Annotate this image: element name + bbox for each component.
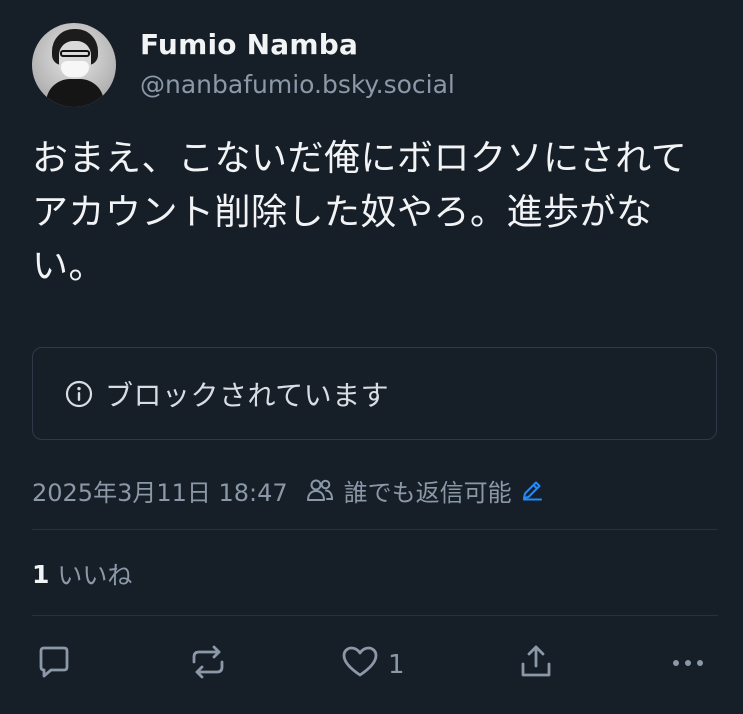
comment-icon [34, 642, 74, 689]
repost-icon [188, 642, 228, 689]
likes-count: 1 [32, 559, 50, 589]
people-icon [306, 477, 334, 503]
likes-label: いいね [57, 561, 133, 590]
share-icon [516, 642, 556, 689]
author-display-name[interactable]: Fumio Namba [140, 28, 455, 62]
share-button[interactable] [516, 642, 556, 688]
like-button[interactable]: 1 [340, 642, 405, 688]
post-header: Fumio Namba @nanbafumio.bsky.social [32, 22, 455, 108]
more-options-button[interactable] [668, 642, 708, 688]
post-action-bar: 1 [0, 642, 743, 688]
divider [32, 615, 718, 616]
blocked-quote-card: ブロックされています [32, 347, 717, 440]
ellipsis-icon [668, 642, 708, 689]
reply-setting-label[interactable]: 誰でも返信可能 [344, 473, 512, 508]
pencil-icon[interactable] [520, 478, 544, 502]
post-timestamp[interactable]: 2025年3月11日 18:47 [32, 473, 288, 508]
post-text: おまえ、こないだ俺にボロクソにされてアカウント削除した奴やろ。進歩がない。 [32, 138, 688, 287]
avatar[interactable] [32, 23, 116, 107]
reply-button[interactable] [34, 642, 74, 688]
repost-button[interactable] [188, 642, 228, 688]
blocked-message: ブロックされています [105, 378, 390, 412]
info-circle-icon [65, 380, 93, 408]
divider [32, 529, 718, 530]
like-count: 1 [388, 650, 405, 680]
author-names: Fumio Namba @nanbafumio.bsky.social [140, 28, 455, 102]
heart-icon [340, 642, 380, 689]
post-meta: 2025年3月11日 18:47 誰でも返信可能 [32, 472, 544, 508]
author-handle[interactable]: @nanbafumio.bsky.social [140, 68, 455, 102]
likes-summary[interactable]: 1 いいね [32, 556, 132, 592]
